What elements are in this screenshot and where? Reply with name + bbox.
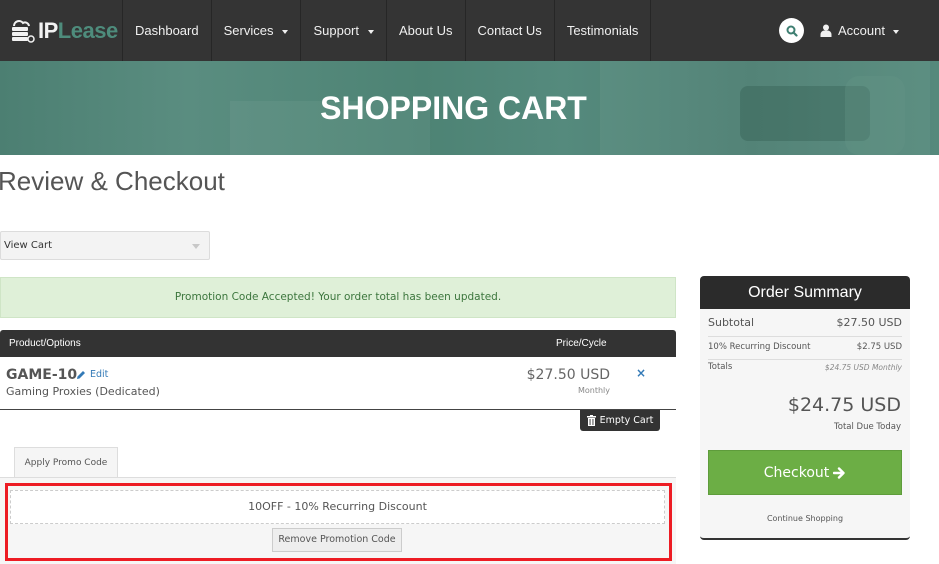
arrow-right-icon (833, 466, 845, 479)
total-due-label: Total Due Today (834, 422, 901, 432)
edit-product-link[interactable]: Edit (76, 369, 108, 380)
trash-icon (586, 415, 596, 426)
nav-testimonials-label: Testimonials (566, 23, 639, 38)
hero-banner: SHOPPING CART (0, 61, 939, 155)
total-due-amount: $24.75 USD (787, 394, 901, 416)
totals-label: Totals (708, 362, 733, 372)
caret-down-icon (282, 29, 289, 34)
hero-title: SHOPPING CART (320, 90, 587, 126)
pencil-icon (77, 370, 85, 379)
nav-contact-us[interactable]: Contact Us (464, 0, 554, 61)
dropdown-arrow-icon (192, 244, 200, 249)
nav-about-us-label: About Us (399, 23, 453, 38)
subtotal-label: Subtotal (708, 316, 755, 329)
subtotal-value: $27.50 USD (836, 316, 903, 329)
highlight-annotation-box (5, 483, 672, 561)
site-logo[interactable]: IP Lease (0, 0, 122, 61)
nav-support[interactable]: Support (300, 0, 386, 61)
empty-cart-label: Empty Cart (599, 415, 654, 426)
page-title: Review & Checkout (0, 166, 225, 196)
caret-down-icon (893, 29, 899, 34)
discount-label: 10% Recurring Discount (708, 342, 811, 352)
nav-dashboard-label: Dashboard (135, 23, 199, 38)
checkout-button[interactable]: Checkout (708, 450, 902, 495)
server-cloud-icon (8, 18, 36, 44)
column-product-options: Product/Options (9, 338, 81, 349)
order-summary-panel: Order Summary Subtotal $27.50 USD 10% Re… (700, 276, 910, 540)
search-icon (786, 25, 798, 37)
nav-services-label: Services (223, 23, 274, 38)
logo-text-ip: IP (38, 17, 58, 43)
summary-row-discount: 10% Recurring Discount $2.75 USD (708, 338, 902, 360)
caret-down-icon (368, 29, 375, 34)
checkout-label: Checkout (763, 464, 830, 481)
nav-services[interactable]: Services (210, 0, 301, 61)
empty-cart-button[interactable]: Empty Cart (580, 410, 660, 431)
nav-testimonials[interactable]: Testimonials (553, 0, 652, 61)
user-icon (820, 24, 832, 37)
order-summary-title: Order Summary (700, 276, 910, 309)
product-group: Gaming Proxies (Dedicated) (6, 385, 160, 398)
view-cart-selected: View Cart (4, 240, 53, 251)
account-label: Account (838, 23, 885, 38)
product-price: $27.50 USD (526, 367, 610, 383)
product-name: GAME-10 (6, 367, 78, 383)
search-button[interactable] (779, 18, 805, 43)
column-price-cycle: Price/Cycle (556, 338, 607, 349)
account-menu[interactable]: Account (820, 0, 899, 61)
cart-table-header: Product/Options Price/Cycle (0, 330, 676, 357)
edit-label: Edit (90, 369, 109, 380)
nav-dashboard[interactable]: Dashboard (122, 0, 211, 61)
logo-text-lease: Lease (57, 17, 118, 43)
discount-value: $2.75 USD (856, 342, 902, 352)
tab-apply-promo-code[interactable]: Apply Promo Code (14, 447, 118, 478)
remove-item-icon[interactable]: × (636, 366, 646, 380)
summary-row-subtotal: Subtotal $27.50 USD (708, 316, 902, 337)
nav-contact-us-label: Contact Us (477, 23, 542, 38)
view-cart-select[interactable]: View Cart (0, 231, 210, 260)
nav-support-label: Support (313, 23, 360, 38)
totals-value: $24.75 USD Monthly (824, 363, 902, 372)
top-navbar: IP Lease Dashboard Services Support About… (0, 0, 939, 61)
promo-accepted-alert: Promotion Code Accepted! Your order tota… (0, 277, 676, 318)
summary-row-totals: Totals $24.75 USD Monthly (708, 362, 902, 380)
cart-item-row: GAME-10 Edit Gaming Proxies (Dedicated) … (0, 357, 676, 410)
billing-cycle: Monthly (577, 386, 610, 395)
continue-shopping-link[interactable]: Continue Shopping (700, 514, 910, 523)
nav-about-us[interactable]: About Us (386, 0, 464, 61)
